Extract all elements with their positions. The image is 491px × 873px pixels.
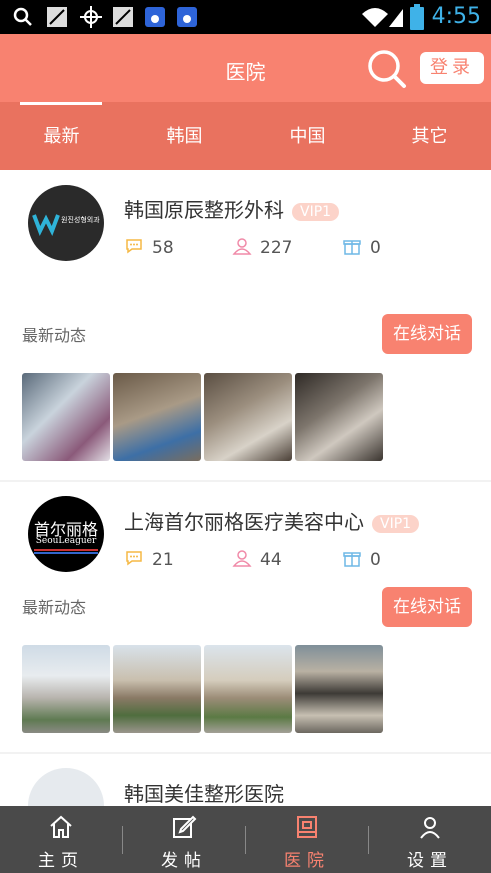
tab-latest[interactable]: 最新 <box>0 102 123 170</box>
follower-count-value: 44 <box>260 550 282 570</box>
status-bar: 4:55 <box>0 0 491 34</box>
gift-count: 0 <box>342 548 381 570</box>
gift-count-value: 0 <box>370 238 381 258</box>
clock: 4:55 <box>431 4 481 29</box>
news-photo[interactable] <box>204 645 292 733</box>
user-icon <box>232 238 252 255</box>
news-label: 最新动态 <box>22 598 87 617</box>
comment-count-value: 58 <box>152 238 174 258</box>
bottom-nav: 主页 发帖 医院 设置 <box>0 806 491 873</box>
comment-icon <box>126 239 142 254</box>
comment-count-value: 21 <box>152 550 174 570</box>
hospital-card[interactable]: 首尔丽格 SeouLeaguer 上海首尔丽格医疗美容中心 VIP1 21 44 … <box>0 482 491 752</box>
edit-icon <box>173 815 197 838</box>
follower-count: 44 <box>232 548 282 570</box>
nav-label: 主页 <box>38 851 84 871</box>
nav-post[interactable]: 发帖 <box>123 806 245 873</box>
news-photo[interactable] <box>295 373 383 461</box>
hospital-name[interactable]: 上海首尔丽格医疗美容中心 VIP1 <box>124 506 420 535</box>
user-icon <box>232 550 252 567</box>
news-photo[interactable] <box>113 645 201 733</box>
hospital-name[interactable]: 韩国原辰整形外科 VIP1 <box>124 194 340 223</box>
hospital-logo: 원진성형외과 <box>28 185 104 261</box>
gps-icon <box>80 6 102 28</box>
news-photo[interactable] <box>204 373 292 461</box>
baidu-icon <box>145 7 165 27</box>
tab-bar: 最新 韩国 中国 其它 <box>0 102 491 170</box>
news-photo[interactable] <box>113 373 201 461</box>
baidu-icon-2 <box>177 7 197 27</box>
page-title: 医院 <box>225 60 266 84</box>
no-signal-icon <box>47 7 67 27</box>
follower-count-value: 227 <box>260 238 293 258</box>
hospital-logo: 首尔丽格 SeouLeaguer <box>28 496 104 572</box>
news-photo[interactable] <box>22 373 110 461</box>
comment-icon <box>126 551 142 566</box>
hospital-name-text: 上海首尔丽格医疗美容中心 <box>124 510 364 534</box>
hospital-card[interactable]: 원진성형외과 韩国原辰整形外科 VIP1 58 227 0 最新动态 在线对话 <box>0 170 491 480</box>
hospital-card[interactable]: 韩国美佳整形医院 <box>0 754 491 844</box>
battery-icon <box>410 4 424 30</box>
gift-count: 0 <box>342 236 381 258</box>
wifi-icon <box>362 8 388 27</box>
online-chat-button[interactable]: 在线对话 <box>382 587 472 627</box>
news-photo[interactable] <box>295 645 383 733</box>
vip-badge: VIP1 <box>372 514 420 533</box>
news-photo[interactable] <box>22 645 110 733</box>
comment-count: 58 <box>124 236 174 258</box>
home-icon <box>50 815 72 838</box>
search-status-icon <box>13 7 32 26</box>
logo-subtext: SeouLeaguer <box>35 536 97 546</box>
hospital-name[interactable]: 韩国美佳整形医院 <box>124 778 284 807</box>
tab-other[interactable]: 其它 <box>368 102 491 170</box>
tab-china[interactable]: 中国 <box>246 102 369 170</box>
nav-label: 发帖 <box>161 851 207 871</box>
gift-count-value: 0 <box>370 550 381 570</box>
nav-settings[interactable]: 设置 <box>369 806 491 873</box>
comment-count: 21 <box>124 548 174 570</box>
no-signal-icon-2 <box>113 7 133 27</box>
cell-signal-icon <box>389 9 403 27</box>
logo-stripe <box>34 552 98 554</box>
user-icon <box>420 817 440 839</box>
search-icon[interactable] <box>366 48 408 90</box>
login-button[interactable]: 登录 <box>420 52 484 84</box>
nav-home[interactable]: 主页 <box>0 806 122 873</box>
news-label: 最新动态 <box>22 326 87 345</box>
gift-icon <box>343 552 361 567</box>
nav-label: 设置 <box>407 851 453 871</box>
tab-korea[interactable]: 韩国 <box>123 102 246 170</box>
follower-count: 227 <box>232 236 292 258</box>
online-chat-button[interactable]: 在线对话 <box>382 314 472 354</box>
nav-label: 医院 <box>284 851 330 871</box>
hospital-icon <box>297 816 317 838</box>
header: 医院 登录 <box>0 34 491 102</box>
logo-stripe <box>34 549 98 551</box>
logo-text: 원진성형외과 <box>61 216 100 224</box>
vip-badge: VIP1 <box>292 202 340 221</box>
hospital-name-text: 韩国原辰整形外科 <box>124 198 284 222</box>
gift-icon <box>343 240 361 255</box>
nav-hospital[interactable]: 医院 <box>246 806 368 873</box>
